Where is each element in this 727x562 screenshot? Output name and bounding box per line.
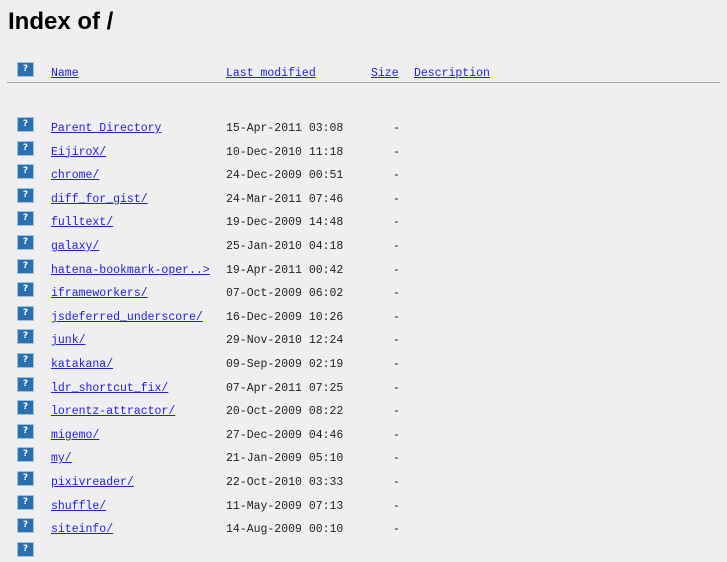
file-link[interactable]: lorentz-attractor/	[51, 405, 175, 418]
table-row: ? chrome/ 24-Dec-2009 00:51 -	[0, 164, 727, 184]
unknown-file-icon: ?	[17, 447, 34, 463]
table-row: ? diff_for_gist/ 24-Mar-2011 07:46 -	[0, 187, 727, 208]
size: -	[393, 499, 400, 513]
file-link[interactable]: Parent Directory	[51, 122, 161, 135]
last-modified: 24-Dec-2009 00:51	[226, 169, 344, 183]
file-link[interactable]: EijiroX/	[51, 146, 106, 159]
unknown-file-icon: ?	[17, 187, 34, 203]
file-link[interactable]: my/	[51, 452, 72, 465]
last-modified: 20-Oct-2009 08:22	[226, 405, 344, 419]
size: -	[393, 122, 400, 135]
table-row: ? shuffle/ 11-May-2009 07:13 -	[0, 494, 727, 515]
last-modified: 19-Apr-2011 00:42	[226, 263, 344, 277]
last-modified: 15-Apr-2011 03:08	[226, 122, 344, 135]
unknown-file-icon: ?	[17, 400, 34, 416]
file-link[interactable]: galaxy/	[51, 240, 99, 253]
table-row: ? junk/ 29-Nov-2010 12:24 -	[0, 329, 727, 349]
sort-last-modified-link[interactable]: Last modified	[226, 67, 316, 80]
last-modified: 10-Dec-2010 11:18	[226, 145, 344, 159]
unknown-file-icon: ?	[17, 329, 34, 345]
file-link[interactable]: katakana/	[51, 358, 113, 371]
size: -	[393, 358, 400, 371]
file-link[interactable]: migemo/	[51, 429, 99, 442]
file-link[interactable]: jsdeferred_underscore/	[51, 311, 203, 324]
page-title: Index of /	[8, 8, 114, 35]
unknown-file-icon: ?	[17, 282, 34, 298]
table-row: ? Parent Directory 15-Apr-2011 03:08 -	[0, 117, 727, 137]
table-header: ? Name Last modified Size Description	[0, 62, 727, 82]
unknown-file-icon: ?	[17, 471, 34, 486]
unknown-file-icon: ?	[17, 518, 34, 534]
size: -	[393, 452, 400, 466]
size: -	[393, 216, 400, 230]
size: -	[393, 287, 400, 301]
file-link[interactable]: junk/	[51, 334, 86, 347]
table-row: ? pixivreader/ 22-Oct-2010 03:33 -	[0, 471, 727, 491]
size: -	[393, 381, 400, 395]
last-modified: 19-Dec-2009 14:48	[226, 216, 344, 230]
size: -	[393, 476, 400, 489]
last-modified: 07-Oct-2009 06:02	[226, 287, 344, 301]
table-row: ? galaxy/ 25-Jan-2010 04:18 -	[0, 235, 727, 255]
last-modified: 24-Mar-2011 07:46	[226, 192, 344, 206]
size: -	[393, 192, 400, 206]
size: -	[393, 428, 400, 442]
last-modified: 21-Jan-2009 05:10	[226, 452, 344, 466]
table-row: ? ldr_shortcut_fix/ 07-Apr-2011 07:25 -	[0, 376, 727, 397]
unknown-file-icon: ?	[17, 423, 34, 439]
table-row: ? migemo/ 27-Dec-2009 04:46 -	[0, 423, 727, 444]
last-modified: 11-May-2009 07:13	[226, 499, 344, 513]
table-row: ? my/ 21-Jan-2009 05:10 -	[0, 447, 727, 467]
last-modified: 07-Apr-2011 07:25	[226, 381, 344, 395]
unknown-file-icon: ?	[17, 211, 34, 227]
unknown-file-icon: ?	[17, 541, 34, 557]
unknown-file-icon: ?	[17, 353, 34, 368]
unknown-file-icon: ?	[17, 117, 34, 132]
last-modified: 27-Dec-2009 04:46	[226, 428, 344, 442]
file-link[interactable]: ldr_shortcut_fix/	[51, 382, 168, 395]
size: -	[393, 240, 400, 253]
file-link[interactable]: shuffle/	[51, 500, 106, 513]
table-row: ? katakana/ 09-Sep-2009 02:19 -	[0, 353, 727, 373]
unknown-file-icon: ?	[17, 376, 34, 392]
unknown-file-icon: ?	[17, 494, 34, 510]
unknown-file-icon: ?	[17, 164, 34, 180]
divider	[7, 82, 720, 83]
file-link[interactable]: chrome/	[51, 169, 99, 182]
table-row: ? EijiroX/ 10-Dec-2010 11:18 -	[0, 140, 727, 161]
table-row: ? siteinfo/ 14-Aug-2009 00:10 -	[0, 518, 727, 538]
sort-description-link[interactable]: Description	[414, 67, 490, 80]
last-modified: 16-Dec-2009 10:26	[226, 310, 344, 324]
file-link[interactable]: hatena-bookmark-oper..>	[51, 264, 210, 277]
sort-size-link[interactable]: Size	[371, 67, 399, 80]
size: -	[393, 263, 400, 277]
unknown-file-icon: ?	[17, 140, 34, 156]
sort-name-link[interactable]: Name	[51, 67, 79, 80]
last-modified: 22-Oct-2010 03:33	[226, 476, 344, 489]
last-modified: 29-Nov-2010 12:24	[226, 334, 344, 348]
last-modified: 25-Jan-2010 04:18	[226, 240, 344, 253]
file-link[interactable]: diff_for_gist/	[51, 193, 148, 206]
size: -	[393, 334, 400, 348]
last-modified: 09-Sep-2009 02:19	[226, 358, 344, 371]
table-row: ? hatena-bookmark-oper..> 19-Apr-2011 00…	[0, 258, 727, 279]
blank-icon: ?	[17, 62, 34, 77]
file-link[interactable]: siteinfo/	[51, 523, 113, 536]
file-link[interactable]: pixivreader/	[51, 476, 134, 489]
file-link[interactable]: fulltext/	[51, 216, 113, 229]
unknown-file-icon: ?	[17, 305, 34, 321]
table-row: ? jsdeferred_underscore/ 16-Dec-2009 10:…	[0, 305, 727, 326]
last-modified: 14-Aug-2009 00:10	[226, 523, 344, 537]
size: -	[393, 169, 400, 183]
size: -	[393, 405, 400, 419]
unknown-file-icon: ?	[17, 235, 34, 250]
table-row: ? lorentz-attractor/ 20-Oct-2009 08:22 -	[0, 400, 727, 420]
size: -	[393, 145, 400, 159]
size: -	[393, 310, 400, 324]
size: -	[393, 523, 400, 537]
table-row: ? iframeworkers/ 07-Oct-2009 06:02 -	[0, 282, 727, 302]
table-row: ? fulltext/ 19-Dec-2009 14:48 -	[0, 211, 727, 231]
file-link[interactable]: iframeworkers/	[51, 287, 148, 300]
unknown-file-icon: ?	[17, 258, 34, 274]
